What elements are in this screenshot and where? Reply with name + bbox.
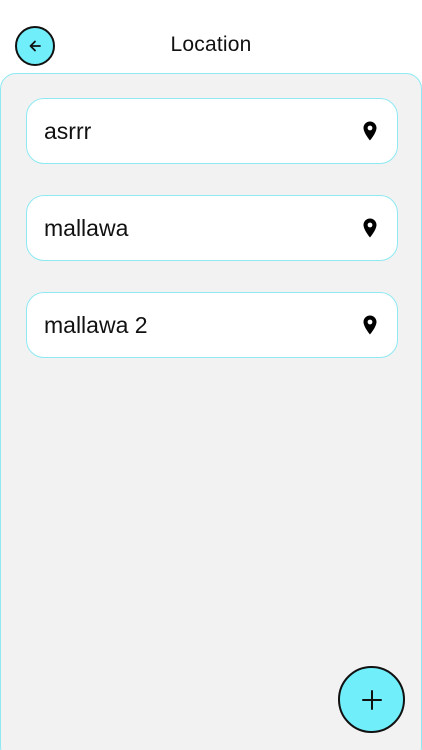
map-pin-icon [363, 121, 377, 141]
location-name: mallawa [44, 214, 129, 241]
location-item[interactable]: asrrr [26, 98, 398, 164]
map-pin-icon [363, 315, 377, 335]
app-header: Location [0, 0, 422, 74]
location-list: asrrr mallawa mallawa 2 [26, 98, 398, 389]
location-name: asrrr [44, 117, 92, 144]
add-location-button[interactable] [338, 666, 405, 733]
location-name: mallawa 2 [44, 311, 148, 338]
map-pin-icon [363, 218, 377, 238]
page-title: Location [170, 33, 252, 56]
location-panel: asrrr mallawa mallawa 2 [0, 73, 422, 750]
plus-icon [361, 689, 383, 711]
location-item[interactable]: mallawa 2 [26, 292, 398, 358]
location-item[interactable]: mallawa [26, 195, 398, 261]
location-screen: Location asrrr mallawa mallawa 2 [0, 0, 422, 750]
